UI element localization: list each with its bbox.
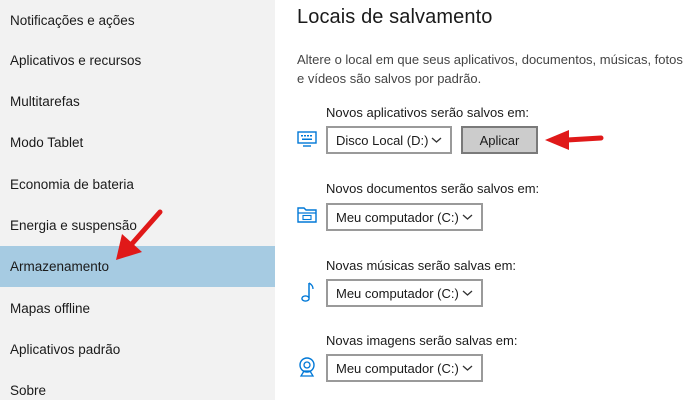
sidebar-item-mapas-offline[interactable]: Mapas offline [0, 288, 275, 329]
sidebar-item-modo-tablet[interactable]: Modo Tablet [0, 122, 275, 163]
red-arrow-icon [116, 209, 163, 260]
sidebar-item-economia-bateria[interactable]: Economia de bateria [0, 164, 275, 205]
music-location-select[interactable]: Meu computador (C:) [326, 279, 483, 307]
folder-icon [295, 203, 319, 227]
sidebar-item-aplicativos-padrao[interactable]: Aplicativos padrão [0, 329, 275, 370]
music-location-value: Meu computador (C:) [336, 285, 459, 301]
sidebar-item-aplicativos-recursos[interactable]: Aplicativos e recursos [0, 40, 275, 81]
images-location-value: Meu computador (C:) [336, 360, 459, 376]
music-note-icon [295, 280, 319, 304]
webcam-icon [295, 355, 319, 379]
sidebar-item-multitarefas[interactable]: Multitarefas [0, 81, 275, 122]
storage-save-locations-panel: Locais de salvamento Altere o local em q… [275, 0, 695, 400]
chevron-down-icon [462, 365, 473, 371]
page-title: Locais de salvamento [297, 6, 493, 28]
page-description: Altere o local em que seus aplicativos, … [297, 52, 683, 86]
chevron-down-icon [462, 290, 473, 296]
music-save-label: Novas músicas serão salvas em: [326, 258, 517, 273]
apply-button[interactable]: Aplicar [461, 126, 538, 154]
apps-location-select[interactable]: Disco Local (D:) [326, 126, 452, 154]
apps-location-value: Disco Local (D:) [336, 132, 429, 148]
images-location-select[interactable]: Meu computador (C:) [326, 354, 483, 382]
images-save-label: Novas imagens serão salvas em: [326, 333, 518, 348]
documents-location-select[interactable]: Meu computador (C:) [326, 203, 483, 231]
apps-save-label: Novos aplicativos serão salvos em: [326, 105, 530, 120]
chevron-down-icon [462, 214, 473, 220]
chevron-down-icon [431, 137, 442, 143]
documents-location-value: Meu computador (C:) [336, 209, 459, 225]
sidebar-item-sobre[interactable]: Sobre [0, 370, 275, 400]
documents-save-label: Novos documentos serão salvos em: [326, 181, 540, 196]
settings-sidebar: Notificações e ações Aplicativos e recur… [0, 0, 275, 400]
red-arrow-icon [545, 130, 604, 150]
monitor-keyboard-icon [295, 127, 319, 151]
sidebar-item-notificacoes[interactable]: Notificações e ações [0, 0, 275, 41]
